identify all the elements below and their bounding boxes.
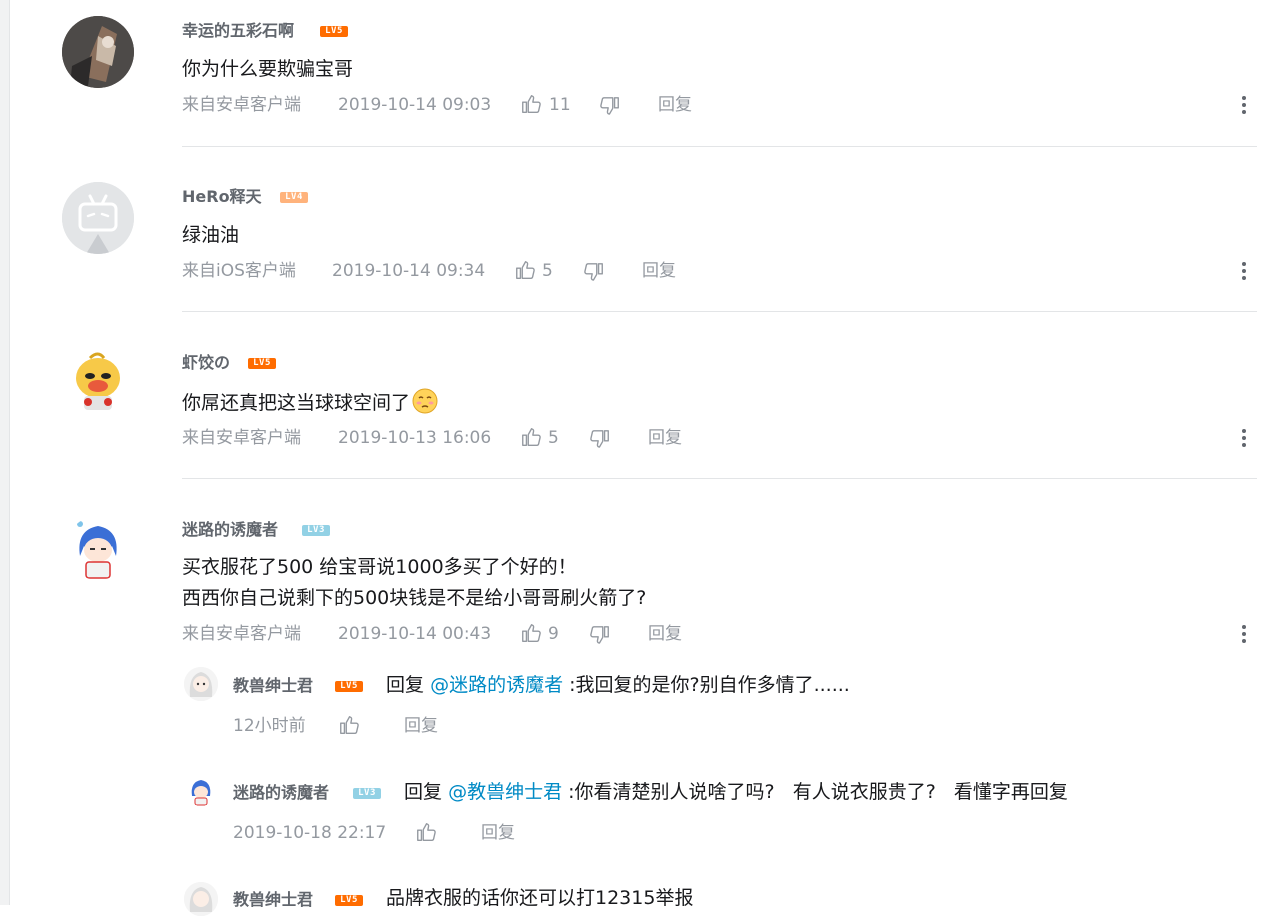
level-badge: LV5: [248, 358, 276, 369]
level-badge: LV4: [280, 192, 308, 203]
reply-prefix: 回复: [386, 674, 425, 696]
comment-source: 来自安卓客户端: [182, 95, 301, 115]
dislike-icon[interactable]: [599, 95, 621, 121]
comment-time: 2019-10-14 09:03: [338, 95, 492, 115]
comment-time: 2019-10-18 22:17: [233, 823, 387, 843]
more-options-icon[interactable]: [1242, 429, 1246, 450]
username[interactable]: 迷路的诱魔者: [182, 520, 278, 540]
like-count: 5: [548, 428, 559, 448]
comment-source: 来自iOS客户端: [182, 261, 296, 281]
reply-button[interactable]: 回复: [648, 623, 682, 645]
like-icon[interactable]: [338, 714, 360, 740]
more-options-icon[interactable]: [1242, 262, 1246, 283]
comment-time: 12小时前: [233, 716, 306, 736]
reply-button[interactable]: 回复: [658, 94, 692, 116]
dislike-icon[interactable]: [589, 428, 611, 454]
like-count: 9: [548, 624, 559, 644]
like-icon[interactable]: [520, 426, 542, 452]
avatar[interactable]: [62, 182, 134, 254]
avatar[interactable]: [66, 516, 130, 580]
reply-prefix: 回复: [404, 781, 443, 803]
like-icon[interactable]: [415, 821, 437, 847]
level-badge: LV5: [320, 26, 348, 37]
reply-button[interactable]: 回复: [404, 715, 438, 737]
level-badge: LV5: [335, 681, 363, 692]
username[interactable]: 幸运的五彩石啊: [182, 21, 294, 41]
comment-time: 2019-10-14 00:43: [338, 624, 492, 644]
like-count: 5: [542, 261, 553, 281]
username[interactable]: 教兽绅士君: [233, 676, 313, 696]
level-badge: LV5: [335, 895, 363, 906]
comment-text-body: 你屌还真把这当球球空间了: [182, 392, 411, 414]
reply-button[interactable]: 回复: [481, 822, 515, 844]
divider: [182, 146, 1257, 147]
mention-link[interactable]: @教兽绅士君: [448, 781, 562, 803]
like-count: 11: [549, 95, 571, 115]
level-badge: LV3: [302, 525, 330, 536]
comment-time: 2019-10-13 16:06: [338, 428, 492, 448]
username[interactable]: 虾饺の: [182, 353, 230, 373]
avatar[interactable]: [184, 667, 218, 701]
like-icon[interactable]: [520, 93, 542, 119]
comment-text: 你为什么要欺骗宝哥: [182, 58, 354, 80]
username[interactable]: 教兽绅士君: [233, 890, 313, 910]
comment-time: 2019-10-14 09:34: [332, 261, 486, 281]
reply-button[interactable]: 回复: [642, 260, 676, 282]
avatar[interactable]: [62, 16, 134, 88]
comment-text: 绿油油: [182, 224, 240, 246]
reply-button[interactable]: 回复: [648, 427, 682, 449]
username[interactable]: HeRo释天: [182, 187, 262, 207]
more-options-icon[interactable]: [1242, 625, 1246, 646]
dislike-icon[interactable]: [589, 624, 611, 650]
comment-text-line1: 买衣服花了500 给宝哥说1000多买了个好的！: [182, 556, 577, 578]
level-badge: LV3: [353, 788, 381, 799]
username[interactable]: 迷路的诱魔者: [233, 783, 329, 803]
avatar[interactable]: [184, 882, 218, 916]
mention-link[interactable]: @迷路的诱魔者: [430, 674, 563, 696]
comment-source: 来自安卓客户端: [182, 624, 301, 644]
avatar[interactable]: [66, 348, 130, 412]
subreply-text: 回复 @迷路的诱魔者 :我回复的是你?别自作多情了......: [386, 672, 850, 698]
dislike-icon[interactable]: [583, 261, 605, 287]
like-icon[interactable]: [514, 259, 536, 285]
comment-text: 你屌还真把这当球球空间了: [182, 388, 438, 421]
subreply-text: 品牌衣服的话你还可以打12315举报: [386, 887, 694, 909]
divider: [182, 311, 1257, 312]
like-icon[interactable]: [520, 622, 542, 648]
comment-source: 来自安卓客户端: [182, 428, 301, 448]
avatar[interactable]: [186, 776, 216, 806]
subreply-text: 回复 @教兽绅士君 :你看清楚别人说啥了吗? 有人说衣服贵了? 看懂字再回复: [404, 779, 1068, 805]
more-options-icon[interactable]: [1242, 96, 1246, 117]
subreply-body: :你看清楚别人说啥了吗? 有人说衣服贵了? 看懂字再回复: [562, 781, 1068, 803]
divider: [182, 478, 1257, 479]
subreply-body: :我回复的是你?别自作多情了......: [563, 674, 850, 696]
left-rail: [0, 0, 10, 905]
emoji-icon: [412, 388, 438, 421]
comment-text-line2: 西西你自己说剩下的500块钱是不是给小哥哥刷火箭了?: [182, 587, 647, 609]
